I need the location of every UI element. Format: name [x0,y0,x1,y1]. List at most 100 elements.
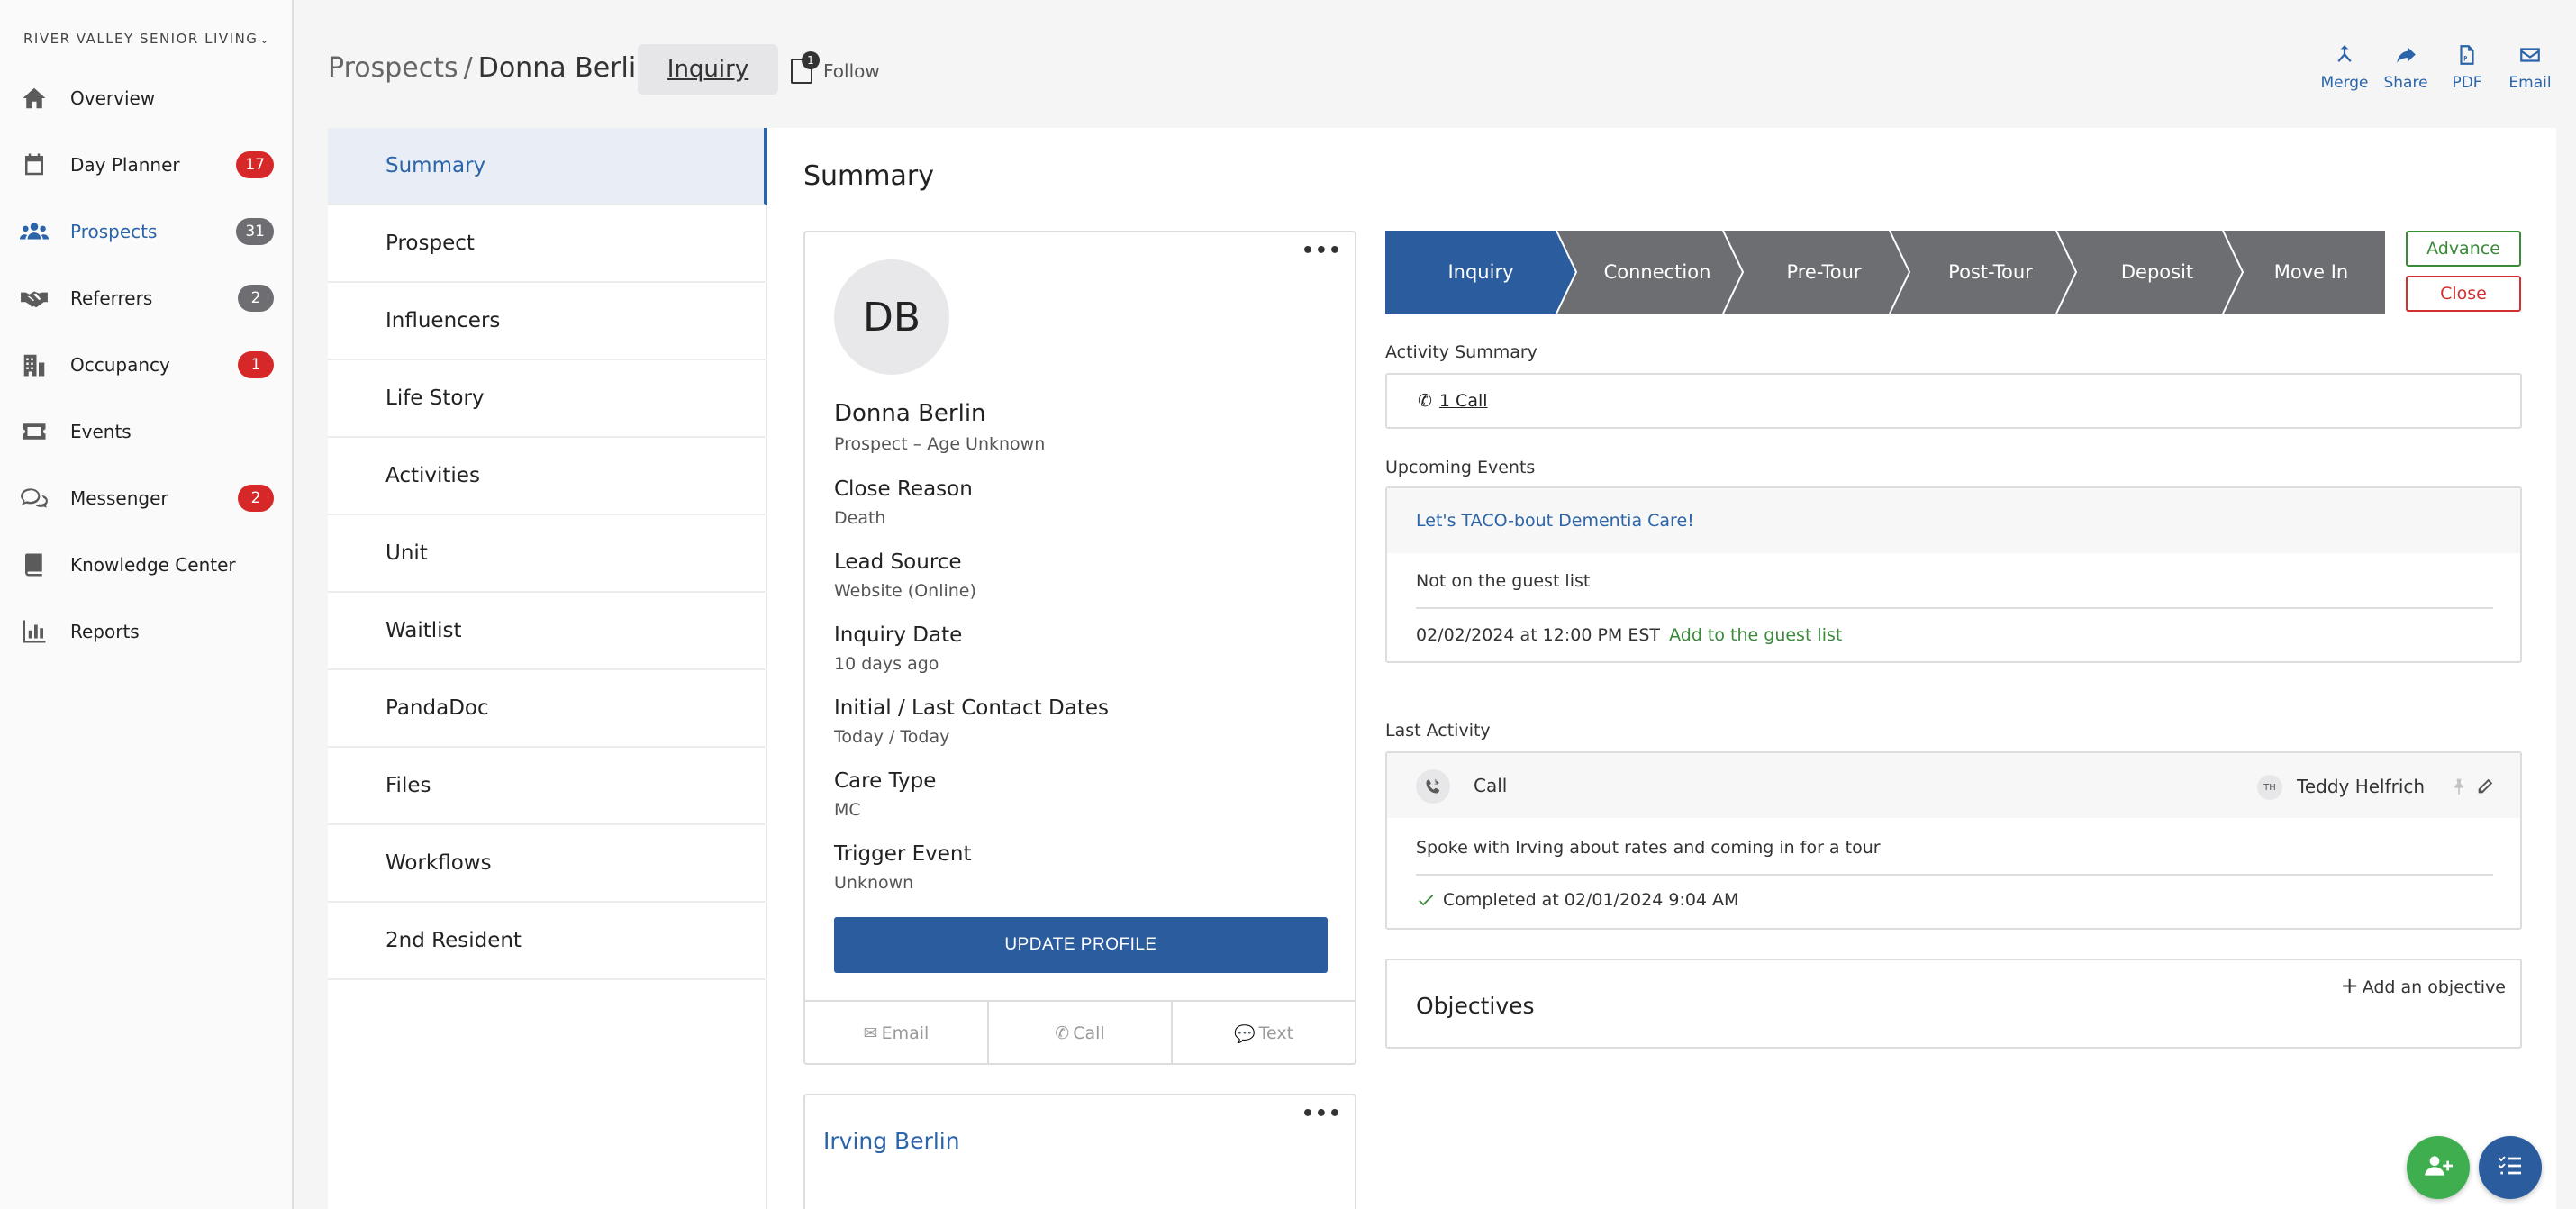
add-objective-button[interactable]: + Add an objective [2341,973,2506,998]
field-label: Initial / Last Contact Dates [834,696,1109,720]
nav-item-overview[interactable]: Overview [0,65,294,132]
event-datetime: 02/02/2024 at 12:00 PM EST [1416,625,1661,645]
stage-label: Deposit [2120,261,2194,283]
tab-summary[interactable]: Summary [328,128,767,205]
nav-badge: 31 [236,218,274,245]
text-contact-button[interactable]: 💬 Text [1173,1002,1355,1065]
second-resident-name-link[interactable]: Irving Berlin [823,1128,960,1154]
email-contact-label: Email [881,1023,930,1043]
building-icon [18,351,50,378]
nav-item-events[interactable]: Events [0,398,294,465]
more-options-icon[interactable]: ••• [1302,1103,1342,1125]
nav-item-reports[interactable]: Reports [0,598,294,665]
field-label: Lead Source [834,550,962,574]
tab-prospect[interactable]: Prospect [328,205,767,283]
profile-field: Initial / Last Contact Dates Today / Tod… [834,696,1109,747]
stage-label: Inquiry [1447,261,1514,283]
tab-influencers[interactable]: Influencers [328,283,767,360]
nav-item-prospects[interactable]: Prospects 31 [0,198,294,265]
handshake-icon [18,285,50,312]
merge-button[interactable]: Merge [2313,43,2376,92]
close-button[interactable]: Close [2406,276,2521,312]
tab-workflows[interactable]: Workflows [328,825,767,903]
event-title-link[interactable]: Let's TACO-bout Dementia Care! [1387,488,2520,553]
nav-item-occupancy[interactable]: Occupancy 1 [0,332,294,398]
nav-item-referrers[interactable]: Referrers 2 [0,265,294,332]
pencil-icon[interactable] [2475,777,2495,796]
call-contact-button[interactable]: ✆ Call [989,1002,1173,1065]
field-value: Today / Today [834,727,950,747]
follow-count-badge: 1 [802,51,820,69]
merge-icon [2313,43,2376,67]
tab-pandadoc[interactable]: PandaDoc [328,670,767,748]
last-activity-user: Teddy Helfrich [2297,776,2426,797]
profile-field: Lead Source Website (Online) [834,550,976,601]
calendar-icon [18,151,50,178]
sidebar: RIVER VALLEY SENIOR LIVING ⌄ Overview Day… [0,0,294,1209]
org-name: RIVER VALLEY SENIOR LIVING [23,31,259,47]
nav-label: Occupancy [70,354,170,376]
home-icon [18,85,50,112]
profile-tabs: Summary Prospect Influencers Life Story … [328,128,767,1209]
field-label: Trigger Event [834,842,972,866]
stage-deposit[interactable]: Deposit [2071,231,2244,314]
stage-move-in[interactable]: Move In [2237,231,2385,314]
stage-pill[interactable]: Inquiry [638,44,778,95]
stage-pill-label: Inquiry [667,56,749,83]
merge-label: Merge [2320,74,2369,92]
user-avatar: TH [2257,775,2282,800]
stage-label: Pre-Tour [1786,261,1862,283]
stage-pre-tour[interactable]: Pre-Tour [1737,231,1910,314]
nav-item-messenger[interactable]: Messenger 2 [0,465,294,532]
second-resident-card: ••• Irving Berlin [803,1094,1356,1209]
last-activity-header: Call TH Teddy Helfrich [1387,753,2520,818]
org-switcher[interactable]: RIVER VALLEY SENIOR LIVING ⌄ [0,31,294,47]
more-options-icon[interactable]: ••• [1302,240,1342,262]
profile-field: Care Type MC [834,769,936,820]
event-datetime-row: 02/02/2024 at 12:00 PM EST Add to the gu… [1416,625,1842,645]
pdf-button[interactable]: PDF [2435,43,2499,92]
advance-button[interactable]: Advance [2406,231,2521,267]
divider [1416,607,2493,609]
nav-label: Prospects [70,221,158,242]
stage-connection[interactable]: Connection [1571,231,1744,314]
field-value: Death [834,508,886,528]
field-value: Website (Online) [834,581,976,601]
tab-2nd-resident[interactable]: 2nd Resident [328,903,767,980]
email-contact-button[interactable]: ✉ Email [805,1002,989,1065]
tab-files[interactable]: Files [328,748,767,825]
share-icon [2374,43,2437,67]
nav-item-knowledge-center[interactable]: Knowledge Center [0,532,294,598]
tab-waitlist[interactable]: Waitlist [328,593,767,670]
activity-summary-label: Activity Summary [1385,342,1537,362]
add-prospect-fab[interactable] [2407,1136,2470,1199]
activity-calls-link[interactable]: 1 Call [1439,391,1488,411]
pdf-icon [2435,43,2499,67]
bookmark-icon: 1 [791,51,820,84]
email-button[interactable]: Email [2499,43,2562,92]
divider [1416,874,2493,876]
profile-field: Close Reason Death [834,477,973,528]
add-to-guest-list-link[interactable]: Add to the guest list [1669,625,1842,645]
share-button[interactable]: Share [2374,43,2437,92]
breadcrumb-current: Donna Berlin [477,52,654,84]
nav-item-day-planner[interactable]: Day Planner 17 [0,132,294,198]
tasks-fab[interactable] [2479,1136,2542,1199]
follow-button[interactable]: 1 Follow [791,51,880,88]
stage-inquiry[interactable]: Inquiry [1385,231,1576,314]
nav-badge: 1 [238,351,274,378]
pin-icon[interactable] [2450,777,2468,796]
objectives-title: Objectives [1416,993,1535,1019]
tab-unit[interactable]: Unit [328,515,767,593]
breadcrumb-prospects-link[interactable]: Prospects [328,52,458,84]
update-profile-button[interactable]: UPDATE PROFILE [834,917,1328,973]
tab-activities[interactable]: Activities [328,438,767,515]
field-label: Care Type [834,769,937,793]
stage-post-tour[interactable]: Post-Tour [1904,231,2077,314]
bar-chart-icon [18,618,50,645]
profile-card: ••• DB Donna Berlin Prospect – Age Unkno… [803,231,1356,1065]
main-panel: Summary Prospect Influencers Life Story … [328,128,2556,1209]
stage-label: Move In [2273,261,2349,283]
tab-life-story[interactable]: Life Story [328,360,767,438]
field-label: Close Reason [834,477,973,501]
